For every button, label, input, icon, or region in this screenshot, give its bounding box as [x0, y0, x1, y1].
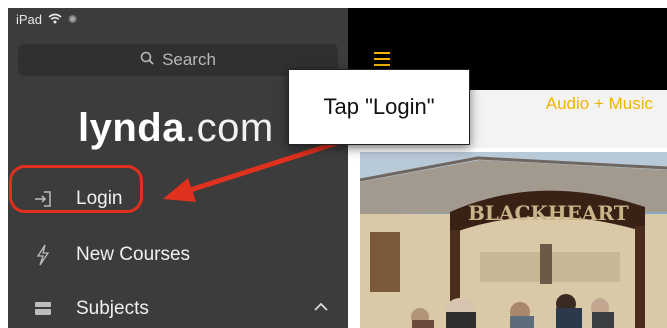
annotation-arrow: [163, 139, 343, 202]
tutorial-callout: Tap "Login": [288, 69, 470, 145]
